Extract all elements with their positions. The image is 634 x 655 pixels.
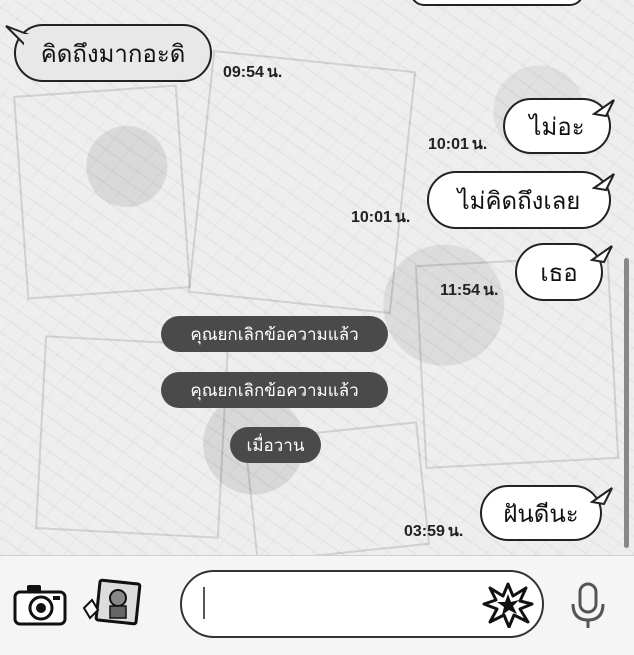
message-bubble-outgoing[interactable]: ไม่คิดถึงเลย	[427, 171, 611, 229]
message-bubble-outgoing[interactable]: ฝันดีนะ	[480, 485, 602, 541]
scrollbar[interactable]	[624, 258, 629, 548]
message-time: 10:01 น.	[351, 209, 411, 226]
comic-panel	[187, 50, 417, 314]
comic-panel	[13, 84, 191, 300]
gallery-icon[interactable]	[80, 578, 142, 626]
message-time: 03:59 น.	[404, 523, 464, 540]
microphone-icon[interactable]	[568, 582, 608, 630]
message-text: คิดถึงมากอะดิ	[40, 39, 186, 68]
system-message-unsent: คุณยกเลิกข้อความแล้ว	[161, 316, 388, 352]
comic-panel	[35, 335, 229, 539]
sticker-burst-icon[interactable]	[482, 582, 534, 628]
message-time: 11:54 น.	[440, 282, 499, 299]
bubble-tail	[590, 245, 613, 264]
message-time: 09:54 น.	[223, 64, 283, 81]
system-message-unsent: คุณยกเลิกข้อความแล้ว	[161, 372, 388, 408]
partial-message-bubble	[410, 0, 584, 6]
text-caret	[203, 587, 205, 619]
message-time: 10:01 น.	[428, 136, 488, 153]
message-text: เธอ	[540, 258, 578, 287]
bubble-tail	[592, 173, 615, 192]
date-separator: เมื่อวาน	[230, 427, 321, 463]
bubble-tail	[592, 99, 615, 118]
camera-icon[interactable]	[12, 582, 68, 628]
message-text: ฝันดีนะ	[503, 499, 579, 528]
message-text: ไม่คิดถึงเลย	[457, 186, 581, 215]
bubble-tail	[590, 487, 613, 506]
message-bubble-incoming[interactable]: คิดถึงมากอะดิ	[14, 24, 212, 82]
message-text: ไม่อะ	[529, 112, 585, 141]
bubble-tail	[5, 25, 34, 48]
